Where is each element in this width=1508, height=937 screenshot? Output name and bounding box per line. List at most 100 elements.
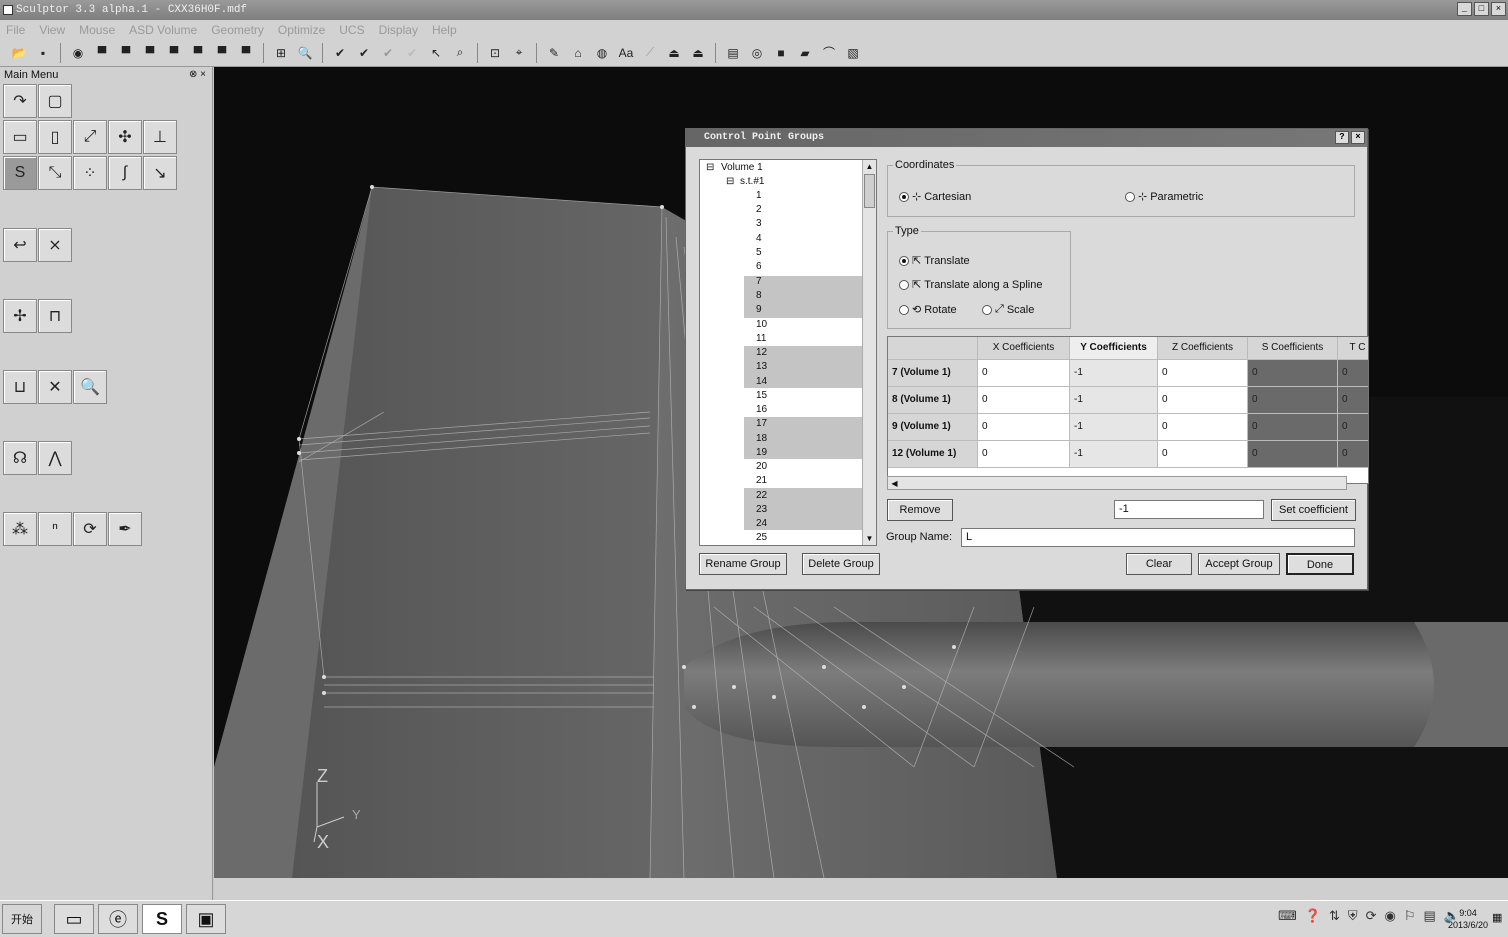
tree-item[interactable]: 19 (756, 446, 767, 460)
folders-icon[interactable]: ▰ (794, 43, 816, 63)
cartesian-radio-dot[interactable] (899, 191, 909, 202)
brush-tool-icon[interactable]: ✒ (108, 512, 142, 546)
inspect-tool-icon[interactable]: 🔍 (73, 370, 107, 404)
grid-header[interactable]: Y Coefficients (1070, 337, 1158, 360)
view-bottom-icon[interactable]: ▀ (211, 43, 233, 63)
tree-item[interactable]: 11 (756, 332, 766, 346)
grid-header[interactable]: Z Coefficients (1158, 337, 1248, 360)
translate-radio[interactable]: ⇱ Translate (899, 254, 970, 267)
grid-cell[interactable]: -1 (1070, 387, 1158, 414)
security-icon[interactable]: ⛨ (1348, 908, 1358, 924)
menu-display[interactable]: Display (379, 23, 418, 37)
coefficients-grid[interactable]: X Coefficients Y Coefficients Z Coeffici… (887, 336, 1369, 484)
grid-cell[interactable]: 0 (1158, 387, 1248, 414)
tree-item[interactable]: 2 (756, 203, 762, 217)
square-tool-icon[interactable]: ▢ (38, 84, 72, 118)
intersect-tool-icon[interactable]: ⨯ (38, 228, 72, 262)
bend-tool-icon[interactable]: ↩ (3, 228, 37, 262)
camera-icon[interactable]: ■ (770, 43, 792, 63)
zoom-icon[interactable]: 🔍 (294, 43, 316, 63)
arch-icon[interactable]: ⌒ (818, 43, 840, 63)
spline-tool-icon[interactable]: ☊ (3, 441, 37, 475)
view-back-icon[interactable]: ▀ (115, 43, 137, 63)
home-icon[interactable]: ⌂ (567, 43, 589, 63)
done-button[interactable]: Done (1286, 553, 1354, 575)
tree-item[interactable]: 1 (756, 189, 762, 203)
explorer-task-icon[interactable]: ▭ (54, 904, 94, 934)
grid-header[interactable]: X Coefficients (978, 337, 1070, 360)
eye-icon[interactable]: ◎ (746, 43, 768, 63)
tree-item[interactable]: 18 (756, 432, 767, 446)
cross-tool-icon[interactable]: ✕ (38, 370, 72, 404)
tree-item[interactable]: 4 (756, 232, 762, 246)
mesh-icon[interactable]: ▧ (842, 43, 864, 63)
tree-item[interactable]: 21 (756, 474, 767, 488)
maximize-button[interactable]: □ (1474, 2, 1489, 16)
remove-button[interactable]: Remove (887, 499, 953, 521)
menu-geometry[interactable]: Geometry (211, 23, 264, 37)
grid-cell[interactable]: 0 (978, 360, 1070, 387)
rename-group-button[interactable]: Rename Group (699, 553, 787, 575)
grid-row-label[interactable]: 8 (Volume 1) (888, 387, 978, 414)
open-icon[interactable]: 📂 (8, 43, 30, 63)
save-icon[interactable]: ▪ (32, 43, 54, 63)
refresh-tool-icon[interactable]: ⟳ (73, 512, 107, 546)
pick-tool-icon[interactable]: ↘ (143, 156, 177, 190)
scale-radio[interactable]: ⤢ Scale (982, 303, 1034, 316)
grid-cell[interactable]: 0 (1248, 414, 1338, 441)
rotate-radio[interactable]: ⟲ Rotate (899, 303, 957, 316)
cartesian-radio[interactable]: ⊹ Cartesian (899, 190, 971, 203)
grid-cell[interactable]: 0 (978, 441, 1070, 468)
tree-item[interactable]: 5 (756, 246, 762, 260)
grid-cell[interactable]: -1 (1070, 441, 1158, 468)
start-button[interactable]: 开始 (2, 904, 42, 934)
tree-item[interactable]: 16 (756, 403, 767, 417)
deform-tool-icon[interactable]: ⤡ (38, 156, 72, 190)
lock-tool-icon[interactable]: ⊓ (38, 299, 72, 333)
scroll-left-icon[interactable]: ◀ (888, 477, 901, 490)
grid-cell[interactable]: 0 (1248, 387, 1338, 414)
grid-cell[interactable]: 0 (1158, 441, 1248, 468)
translate-radio-dot[interactable] (899, 255, 909, 266)
view-right-icon[interactable]: ▀ (163, 43, 185, 63)
tree-item[interactable]: 15 (756, 389, 767, 403)
dialog-close-button[interactable]: × (1351, 131, 1365, 144)
show-desktop-icon[interactable]: ▦ (1492, 911, 1506, 925)
scroll-down-icon[interactable]: ▼ (863, 532, 876, 545)
stamp-tool-icon[interactable]: ⊔ (3, 370, 37, 404)
translate-spline-radio[interactable]: ⇱ Translate along a Spline (899, 278, 1042, 291)
grid-cell[interactable]: 0 (1158, 360, 1248, 387)
transform-tool-icon[interactable]: ⤢ (73, 120, 107, 154)
menu-asd-volume[interactable]: ASD Volume (129, 23, 197, 37)
render-icon[interactable]: ◍ (591, 43, 613, 63)
menu-file[interactable]: File (6, 23, 25, 37)
grid-cell[interactable]: -1 (1070, 360, 1158, 387)
menu-view[interactable]: View (39, 23, 65, 37)
tree-item[interactable]: 3 (756, 217, 762, 231)
browser-task-icon[interactable]: ⓔ (98, 904, 138, 934)
menu-optimize[interactable]: Optimize (278, 23, 325, 37)
grid-header[interactable]: S Coefficients (1248, 337, 1338, 360)
set-coefficient-button[interactable]: Set coefficient (1271, 499, 1356, 521)
tree-group-node[interactable]: s.t.#1 (740, 175, 764, 189)
grid-header[interactable]: T C (1338, 337, 1368, 360)
list-icon[interactable]: ▤ (722, 43, 744, 63)
tree-item[interactable]: 7 (756, 275, 762, 289)
view-front-icon[interactable]: ▀ (91, 43, 113, 63)
sculptor-task-icon[interactable]: S (142, 904, 182, 934)
check-all-icon[interactable]: ✔ (353, 43, 375, 63)
stack-tool-icon[interactable]: ⊥ (143, 120, 177, 154)
pen-icon[interactable]: ✎ (543, 43, 565, 63)
app-task-icon[interactable]: ▣ (186, 904, 226, 934)
rect-tool-icon[interactable]: ▭ (3, 120, 37, 154)
keyboard-icon[interactable]: ⌨ (1278, 908, 1297, 924)
grid-cell[interactable]: 0 (1338, 387, 1368, 414)
grid-row-label[interactable]: 7 (Volume 1) (888, 360, 978, 387)
tree-item[interactable]: 25 (756, 531, 767, 545)
help-icon[interactable]: ❓ (1305, 908, 1321, 924)
media-icon[interactable]: ◉ (1385, 908, 1396, 924)
tree-volume-node[interactable]: Volume 1 (721, 161, 763, 175)
panel-controls[interactable]: ⊗ × (189, 67, 206, 83)
view-iso-icon[interactable]: ▀ (235, 43, 257, 63)
scroll-up-icon[interactable]: ▲ (863, 160, 876, 173)
